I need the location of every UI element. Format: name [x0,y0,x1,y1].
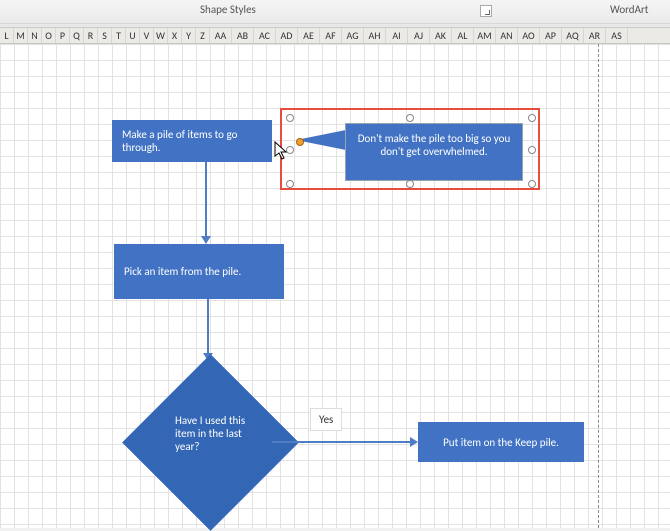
column-header-Y[interactable]: Y [182,28,196,43]
flow-step-2-text: Pick an item from the pile. [124,265,241,278]
column-header-S[interactable]: S [98,28,112,43]
wordart-group-label: WordArt [610,3,648,16]
column-header-AM[interactable]: AM [474,28,496,43]
flow-keep-text: Put item on the Keep pile. [443,436,559,449]
flow-step-1-text: Make a pile of items to go through. [122,128,262,154]
column-header-Q[interactable]: Q [70,28,84,43]
column-header-AR[interactable]: AR [584,28,606,43]
flow-step-2[interactable]: Pick an item from the pile. [114,244,284,299]
column-header-AD[interactable]: AD [276,28,298,43]
column-header-AC[interactable]: AC [254,28,276,43]
column-header-R[interactable]: R [84,28,98,43]
column-header-AA[interactable]: AA [210,28,232,43]
column-header-AE[interactable]: AE [298,28,320,43]
sel-handle-nw[interactable] [286,114,294,122]
column-header-V[interactable]: V [140,28,154,43]
worksheet-canvas[interactable]: LMNOPQRSTUVWXYZAAABACADAEAFAGAHAIAJAKALA… [0,28,670,528]
column-header-AQ[interactable]: AQ [562,28,584,43]
sel-handle-sw[interactable] [286,180,294,188]
column-header-N[interactable]: N [28,28,42,43]
arrow-yes-head [410,437,418,447]
column-header-AL[interactable]: AL [452,28,474,43]
column-headers[interactable]: LMNOPQRSTUVWXYZAAABACADAEAFAGAHAIAJAKALA… [0,28,670,44]
column-header-M[interactable]: M [14,28,28,43]
flow-keep[interactable]: Put item on the Keep pile. [418,422,584,462]
column-header-L[interactable]: L [0,28,14,43]
yes-label[interactable]: Yes [310,408,342,431]
column-header-P[interactable]: P [56,28,70,43]
yes-label-text: Yes [319,413,333,426]
column-header-AI[interactable]: AI [386,28,408,43]
sel-handle-w[interactable] [286,146,294,154]
column-header-AG[interactable]: AG [342,28,364,43]
sel-handle-e[interactable] [528,146,536,154]
arrow-2-3 [207,299,209,353]
sel-handle-se[interactable] [528,180,536,188]
adjust-handle[interactable] [296,138,304,146]
column-header-AS[interactable]: AS [606,28,628,43]
dialog-launcher-icon[interactable] [480,5,492,17]
ribbon: Shape Styles WordArt [0,0,670,24]
column-header-Z[interactable]: Z [196,28,210,43]
column-header-AJ[interactable]: AJ [408,28,430,43]
column-header-X[interactable]: X [168,28,182,43]
column-header-U[interactable]: U [126,28,140,43]
sel-handle-n[interactable] [406,114,414,122]
sel-handle-ne[interactable] [528,114,536,122]
column-header-AK[interactable]: AK [430,28,452,43]
arrow-1-2-head [201,236,211,244]
column-header-AP[interactable]: AP [540,28,562,43]
flow-step-1[interactable]: Make a pile of items to go through. [112,120,272,162]
shape-styles-group-label: Shape Styles [200,3,256,16]
arrow-1-2 [205,162,207,236]
column-header-T[interactable]: T [112,28,126,43]
column-header-AO[interactable]: AO [518,28,540,43]
column-header-O[interactable]: O [42,28,56,43]
column-header-W[interactable]: W [154,28,168,43]
arrow-yes [272,441,410,443]
sel-handle-s[interactable] [406,180,414,188]
page-break-line [598,44,599,528]
column-header-AN[interactable]: AN [496,28,518,43]
column-header-AB[interactable]: AB [232,28,254,43]
column-header-AH[interactable]: AH [364,28,386,43]
column-header-AF[interactable]: AF [320,28,342,43]
